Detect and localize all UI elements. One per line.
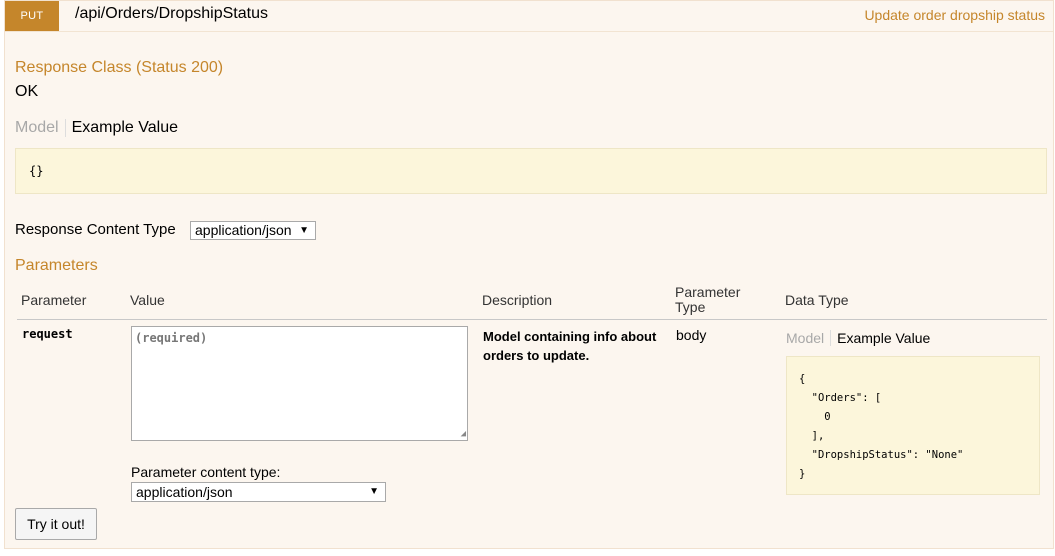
header-description: Description <box>482 292 553 308</box>
response-signature-tabs: Model Example Value <box>15 119 178 137</box>
parameters-heading: Parameters <box>15 257 98 274</box>
response-content-type-select[interactable]: application/json ▼ <box>190 221 316 240</box>
parameter-type: body <box>676 327 707 343</box>
tab-example-value[interactable]: Example Value <box>831 330 930 346</box>
response-content-type-value: application/json <box>195 222 292 238</box>
parameter-example-snippet[interactable]: { "Orders": [ 0 ], "DropshipStatus": "No… <box>786 356 1040 495</box>
data-type-tabs: Model Example Value <box>786 330 930 346</box>
parameter-name: request <box>22 327 73 341</box>
response-status-text: OK <box>15 83 39 100</box>
operation-header[interactable]: PUT /api/Orders/DropshipStatus Update or… <box>5 1 1053 32</box>
parameter-description: Model containing info about orders to up… <box>483 329 657 363</box>
http-method-badge[interactable]: PUT <box>5 1 59 31</box>
dropdown-arrow-icon: ▼ <box>299 225 309 236</box>
parameter-content-type-select[interactable]: application/json ▼ <box>131 482 386 502</box>
dropdown-arrow-icon: ▼ <box>369 486 379 497</box>
parameter-content-type-label: Parameter content type: <box>131 464 281 480</box>
header-value: Value <box>130 292 165 308</box>
header-parameter-type: Parameter Type <box>675 284 741 315</box>
endpoint-path[interactable]: /api/Orders/DropshipStatus <box>75 5 268 23</box>
request-body-textarea[interactable]: (required) ◢ <box>131 326 468 441</box>
response-class-heading: Response Class (Status 200) <box>15 59 224 76</box>
header-data-type: Data Type <box>785 292 849 308</box>
parameter-content-type-value: application/json <box>136 484 233 500</box>
try-it-out-button[interactable]: Try it out! <box>15 508 97 540</box>
header-parameter: Parameter <box>21 292 87 308</box>
tab-example-value[interactable]: Example Value <box>66 119 178 137</box>
response-content-type-label: Response Content Type <box>15 221 176 238</box>
tab-model[interactable]: Model <box>15 119 66 137</box>
operation-summary[interactable]: Update order dropship status <box>864 7 1045 23</box>
tab-model[interactable]: Model <box>786 330 832 346</box>
resize-handle-icon[interactable]: ◢ <box>461 430 466 439</box>
response-example-snippet: {} <box>15 148 1047 194</box>
operation-panel: PUT /api/Orders/DropshipStatus Update or… <box>4 0 1054 549</box>
textarea-placeholder: (required) <box>135 331 208 345</box>
table-header-divider <box>17 319 1047 320</box>
